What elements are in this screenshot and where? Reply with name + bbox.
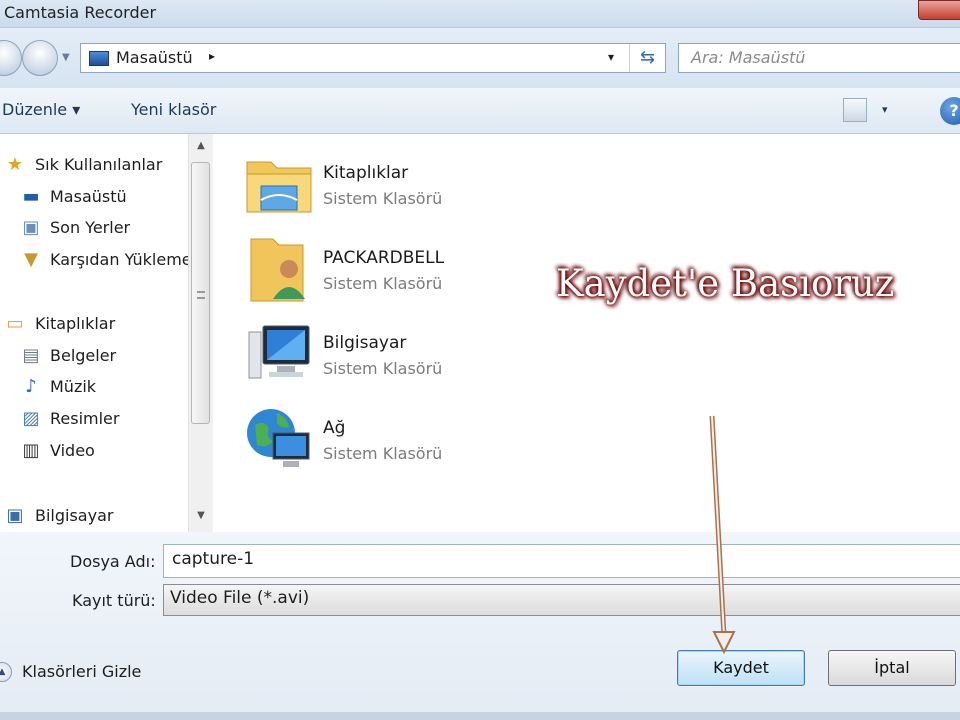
filename-label: Dosya Adı:: [70, 552, 156, 571]
scroll-up-icon[interactable]: ▲: [189, 136, 213, 156]
navigation-pane: ★ Sık Kullanılanlar ▬ Masaüstü ▣ Son Yer…: [0, 134, 212, 532]
libraries-icon: ▭: [6, 313, 24, 334]
file-type: Sistem Klasörü: [323, 359, 443, 378]
nav-downloads[interactable]: ▼ Karşıdan Yüklemeler: [0, 247, 190, 275]
window-title: Camtasia Recorder: [4, 3, 157, 22]
title-bar: Camtasia Recorder: [0, 0, 960, 28]
command-bar: Düzenle ▾ Yeni klasör ▾ ?: [0, 88, 960, 134]
pictures-icon: ▨: [22, 408, 40, 429]
file-item-network[interactable]: Ağ Sistem Klasörü: [243, 403, 503, 483]
file-item-user[interactable]: PACKARDBELL Sistem Klasörü: [243, 233, 503, 313]
file-list: Kitaplıklar Sistem Klasörü PACKARDBELL S…: [213, 134, 960, 532]
scroll-thumb[interactable]: [191, 162, 210, 424]
documents-icon: ▤: [22, 345, 40, 366]
forward-button[interactable]: [22, 40, 58, 76]
nav-libraries-label: Kitaplıklar: [35, 314, 116, 333]
nav-documents[interactable]: ▤ Belgeler: [0, 343, 190, 371]
filetype-select[interactable]: Video File (*.avi): [163, 584, 960, 616]
video-icon: ▥: [22, 440, 40, 461]
nav-video[interactable]: ▥ Video: [0, 438, 190, 466]
back-button[interactable]: [0, 40, 22, 76]
desktop-icon: ▬: [22, 186, 40, 207]
organize-menu[interactable]: Düzenle ▾: [2, 100, 80, 119]
file-name: Kitaplıklar: [323, 163, 409, 183]
breadcrumb-separator-icon[interactable]: ▸: [209, 49, 215, 63]
window-bottom-edge: [0, 712, 960, 720]
nav-music[interactable]: ♪ Müzik: [0, 374, 190, 402]
nav-music-label: Müzik: [50, 377, 97, 396]
star-icon: ★: [6, 154, 24, 175]
nav-desktop[interactable]: ▬ Masaüstü: [0, 184, 190, 212]
file-type: Sistem Klasörü: [323, 189, 443, 208]
breadcrumb[interactable]: Masaüstü: [116, 48, 193, 67]
computer-icon: ▣: [6, 505, 24, 526]
music-icon: ♪: [25, 376, 37, 397]
computer-icon: [248, 325, 310, 379]
tutorial-overlay-text: Kaydet'e Basıoruz: [556, 262, 895, 305]
nav-pictures-label: Resimler: [50, 409, 120, 428]
file-type: Sistem Klasörü: [323, 444, 443, 463]
user-folder-icon: [250, 238, 305, 302]
nav-recent-places-label: Son Yerler: [50, 218, 131, 237]
file-name: Bilgisayar: [323, 333, 407, 353]
nav-libraries[interactable]: ▭ Kitaplıklar: [0, 311, 190, 339]
refresh-icon[interactable]: ⇆: [629, 44, 665, 72]
view-options-icon[interactable]: [843, 98, 867, 122]
new-folder-button[interactable]: Yeni klasör: [131, 100, 216, 119]
recent-places-icon: ▣: [22, 217, 40, 238]
nav-documents-label: Belgeler: [50, 346, 117, 365]
libraries-folder-icon: [246, 161, 312, 213]
nav-recent-places[interactable]: ▣ Son Yerler: [0, 215, 190, 243]
scroll-down-icon[interactable]: ▼: [189, 506, 213, 526]
file-name: PACKARDBELL: [323, 248, 445, 268]
nav-favorites[interactable]: ★ Sık Kullanılanlar: [0, 152, 190, 180]
tutorial-arrow-icon: [709, 415, 736, 655]
nav-downloads-label: Karşıdan Yüklemeler: [50, 250, 190, 269]
file-type: Sistem Klasörü: [323, 274, 443, 293]
filename-input[interactable]: capture-1: [163, 544, 960, 578]
file-item-libraries[interactable]: Kitaplıklar Sistem Klasörü: [243, 148, 503, 228]
network-icon: [247, 409, 310, 467]
file-item-computer[interactable]: Bilgisayar Sistem Klasörü: [243, 318, 503, 398]
cancel-button[interactable]: İptal: [828, 650, 956, 686]
nav-desktop-label: Masaüstü: [50, 187, 127, 206]
close-button[interactable]: [918, 0, 960, 20]
address-bar[interactable]: Masaüstü ▸ ▾ ⇆: [80, 43, 666, 73]
filetype-label: Kayıt türü:: [72, 591, 156, 610]
help-icon[interactable]: ?: [940, 97, 960, 125]
address-row: ▼ Masaüstü ▸ ▾ ⇆ Ara: Masaüstü: [0, 28, 960, 88]
nav-pictures[interactable]: ▨ Resimler: [0, 406, 190, 434]
file-name: Ağ: [323, 418, 346, 438]
search-input[interactable]: Ara: Masaüstü: [678, 43, 960, 73]
desktop-icon: [89, 51, 109, 66]
view-dropdown-icon[interactable]: ▾: [882, 103, 888, 116]
scroll-grip-icon: [197, 291, 205, 299]
navigation-scrollbar[interactable]: ▲ ▼: [188, 134, 212, 532]
hide-folders-label: Klasörleri Gizle: [22, 662, 142, 681]
nav-computer-label: Bilgisayar: [35, 506, 114, 525]
recent-pages-dropdown-icon[interactable]: ▼: [62, 52, 70, 63]
nav-favorites-label: Sık Kullanılanlar: [35, 155, 163, 174]
nav-video-label: Video: [50, 441, 95, 460]
address-dropdown-icon[interactable]: ▾: [608, 50, 614, 64]
downloads-icon: ▼: [24, 249, 38, 270]
nav-computer[interactable]: ▣ Bilgisayar: [0, 503, 190, 531]
